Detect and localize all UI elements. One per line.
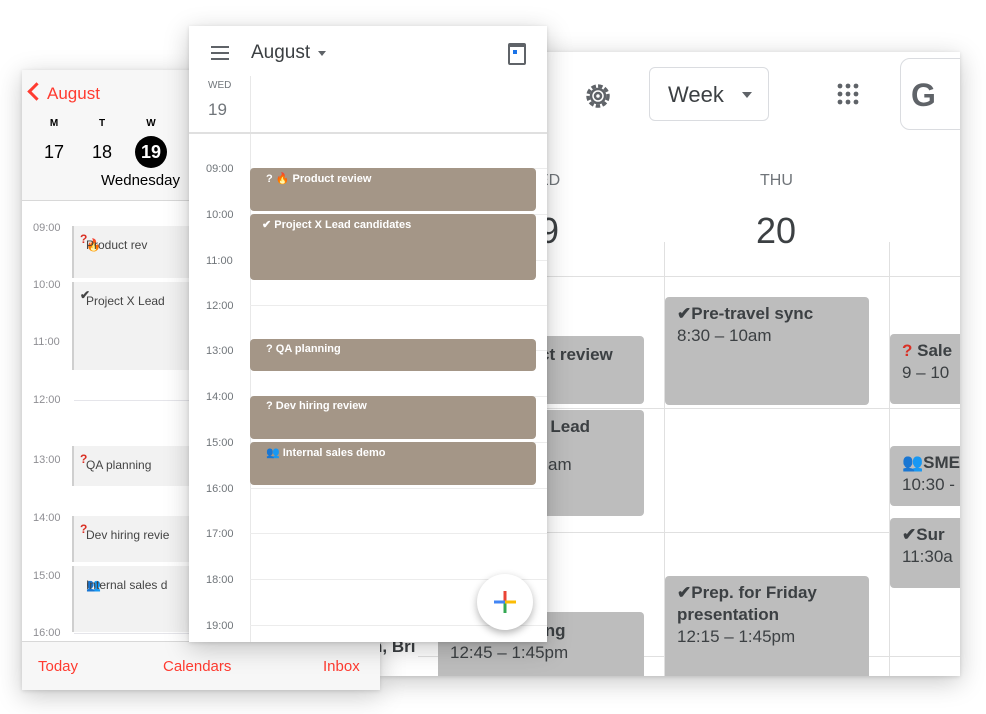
hour-line — [250, 488, 547, 489]
event-time: 12:45 – 1:45pm — [450, 643, 569, 662]
account-switcher[interactable]: G — [900, 58, 960, 130]
time-label: 19:00 — [206, 620, 234, 632]
time-label: 14:00 — [33, 512, 61, 524]
time-label: 12:00 — [33, 394, 61, 406]
time-label: 13:00 — [33, 454, 61, 466]
day-number[interactable]: 19 — [208, 100, 227, 120]
hamburger-menu-icon[interactable] — [211, 46, 229, 60]
time-label: 16:00 — [33, 627, 61, 639]
weekday-label: WED — [208, 80, 232, 91]
apps-grid-icon[interactable] — [836, 82, 860, 106]
month-title[interactable]: August — [251, 42, 310, 64]
time-label: 15:00 — [33, 570, 61, 582]
chevron-down-icon — [742, 92, 752, 98]
android-event-dev-hiring[interactable]: ? Dev hiring review — [250, 396, 536, 439]
event-sme[interactable]: 👥SME 10:30 - — [890, 446, 960, 506]
date-17[interactable]: 17 — [38, 142, 70, 163]
android-event-project-x[interactable]: ✔ Project X Lead candidates — [250, 214, 536, 280]
weekday-label: T — [98, 118, 106, 129]
android-event-qa-planning[interactable]: ? QA planning — [250, 339, 536, 371]
event-title: Internal sales d — [86, 578, 168, 592]
add-event-button[interactable] — [477, 574, 533, 630]
plus-icon — [494, 591, 516, 613]
selected-day-title: Wednesday — [101, 172, 180, 189]
time-label: 11:00 — [206, 255, 233, 267]
time-label: 15:00 — [206, 437, 234, 449]
event-title: Sale — [917, 341, 953, 360]
event-time: 11:30a — [902, 547, 953, 566]
time-label: 11:00 — [33, 336, 60, 348]
view-selector-label: Week — [668, 82, 724, 107]
back-to-month-button[interactable]: August — [27, 82, 100, 104]
android-calendar-day-view: August WED 19 09:00 10:00 11:00 12:00 13… — [189, 26, 547, 642]
ios-tab-bar: Today Calendars Inbox — [22, 641, 380, 690]
android-event-internal-sales[interactable]: 👥 Internal sales demo — [250, 442, 536, 485]
event-time: 10:30 - — [902, 475, 955, 494]
time-label: 10:00 — [206, 209, 234, 221]
event-time: 12:15 – 1:45pm — [677, 627, 796, 646]
event-time: 8:30 – 10am — [677, 326, 772, 345]
event-title: SME — [923, 453, 960, 472]
event-title: Project X Lead — [86, 294, 165, 308]
event-sales[interactable]: ? Sale 9 – 10 — [890, 334, 960, 404]
inbox-button[interactable]: Inbox — [323, 658, 360, 675]
settings-gear-icon[interactable] — [580, 78, 616, 114]
time-label: 09:00 — [206, 163, 234, 175]
event-title: ✔Sur — [902, 525, 945, 544]
calendars-button[interactable]: Calendars — [163, 658, 231, 675]
hour-line — [250, 533, 547, 534]
chevron-left-icon — [27, 82, 46, 101]
header-divider — [189, 132, 547, 134]
event-title: ? 🔥 Product review — [266, 173, 372, 185]
time-label: 12:00 — [206, 300, 234, 312]
back-label: August — [47, 84, 100, 103]
event-summary[interactable]: ✔Sur 11:30a — [890, 518, 960, 588]
event-title: Product rev — [86, 238, 148, 252]
today-button[interactable]: Today — [38, 658, 78, 675]
time-label: 18:00 — [206, 574, 234, 586]
time-label: 16:00 — [206, 483, 234, 495]
today-calendar-icon[interactable] — [508, 43, 526, 65]
chevron-down-icon[interactable] — [318, 51, 326, 56]
event-title: ? QA planning — [266, 343, 341, 355]
event-title: QA planning — [86, 458, 152, 472]
hour-line — [250, 305, 547, 306]
time-label: 10:00 — [33, 279, 61, 291]
android-event-product-review[interactable]: ? 🔥 Product review — [250, 168, 536, 211]
weekday-label: M — [49, 118, 59, 129]
date-19-selected[interactable]: 19 — [135, 136, 167, 168]
time-label: 13:00 — [206, 345, 234, 357]
event-title: ? Dev hiring review — [266, 400, 367, 412]
weekday-label: W — [146, 118, 156, 129]
date-18[interactable]: 18 — [86, 142, 118, 163]
event-prep-friday[interactable]: ✔Prep. for Friday presentation 12:15 – 1:… — [665, 576, 869, 676]
event-time: 9 – 10 — [902, 363, 950, 382]
time-label: 14:00 — [206, 391, 234, 403]
time-label: 09:00 — [33, 222, 61, 234]
people-icon: 👥 — [902, 453, 924, 472]
event-title: ✔ Project X Lead candidates — [262, 219, 412, 231]
day-number-thu[interactable]: 20 — [756, 210, 796, 252]
day-name-thu: THU — [760, 172, 793, 189]
account-label: G — [911, 77, 938, 113]
event-pre-travel-sync[interactable]: ✔Pre-travel sync 8:30 – 10am — [665, 297, 869, 405]
view-selector-dropdown[interactable]: Week — [649, 67, 769, 121]
time-label: 17:00 — [206, 528, 234, 540]
event-title: Dev hiring revie — [86, 528, 170, 542]
event-title: ✔Pre-travel sync — [677, 304, 814, 323]
event-title: ✔Prep. for Friday presentation — [677, 583, 817, 624]
event-title: 👥 Internal sales demo — [266, 447, 386, 459]
question-icon: ? — [902, 341, 913, 360]
